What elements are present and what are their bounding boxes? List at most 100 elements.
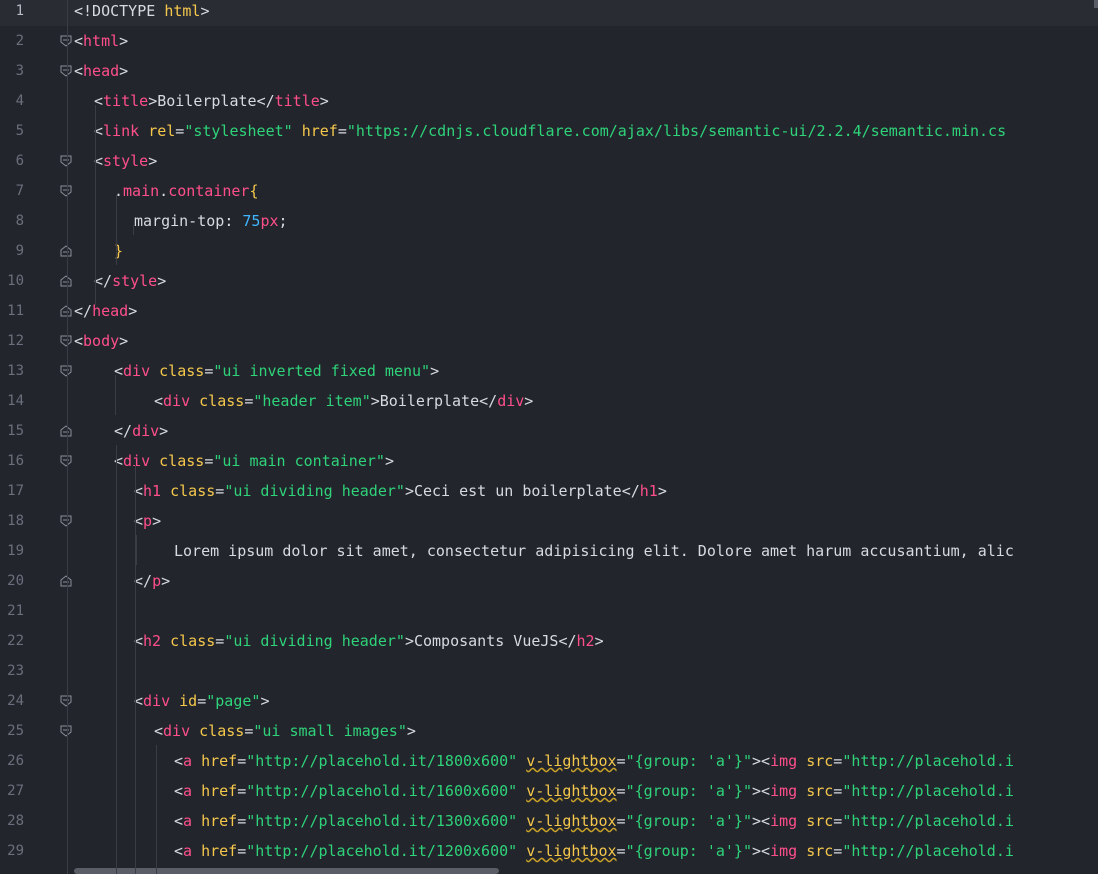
code-token: div <box>497 392 525 410</box>
fold-collapse-icon[interactable] <box>60 185 72 197</box>
code-line[interactable]: 16 <div class="ui main container"> <box>0 446 1098 476</box>
code-line[interactable]: 14 <div class="header item">Boilerplate</… <box>0 386 1098 416</box>
code-editor[interactable]: 29 <a href="http://placehold.it/1200x600"… <box>0 0 1098 874</box>
code-token: > <box>430 362 440 380</box>
line-number: 17 <box>7 483 24 499</box>
horizontal-scrollbar[interactable] <box>74 868 499 874</box>
code-token: src <box>806 812 834 830</box>
code-line[interactable]: 29 <a href="http://placehold.it/1200x600"… <box>0 836 1098 866</box>
code-token: > <box>404 632 414 650</box>
code-line[interactable]: 4 <title>Boilerplate</title> <box>0 86 1098 116</box>
fold-collapse-icon[interactable] <box>60 695 72 707</box>
code-token: href <box>201 752 238 770</box>
fold-collapse-icon[interactable] <box>60 515 72 527</box>
fold-collapse-icon[interactable] <box>60 155 72 167</box>
code-line[interactable]: 27 <a href="http://placehold.it/1600x600"… <box>0 776 1098 806</box>
fold-collapse-icon[interactable] <box>60 455 72 467</box>
code-token: > <box>119 332 129 350</box>
line-number: 11 <box>7 303 24 319</box>
code-line[interactable]: 12 <body> <box>0 326 1098 356</box>
fold-collapse-icon[interactable] <box>60 365 72 377</box>
fold-collapse-icon[interactable] <box>60 35 72 47</box>
code-line[interactable]: 20 </p> <box>0 566 1098 596</box>
code-token: img <box>770 842 798 860</box>
code-token: p <box>143 512 153 530</box>
code-text: <div class="ui main container"> <box>114 446 394 476</box>
code-token: div <box>163 722 191 740</box>
code-token: a <box>183 752 193 770</box>
code-token: class <box>170 482 216 500</box>
code-token: "page" <box>206 692 261 710</box>
code-line[interactable]: 28 <a href="http://placehold.it/1300x600"… <box>0 806 1098 836</box>
code-token: < <box>174 752 184 770</box>
code-token: = <box>616 842 626 860</box>
code-token: "ui main container" <box>213 452 385 470</box>
code-text: </div> <box>114 416 168 446</box>
code-line[interactable]: 18 <p> <box>0 506 1098 536</box>
code-token: > <box>384 452 394 470</box>
code-line[interactable]: 24 <div id="page"> <box>0 686 1098 716</box>
code-line[interactable]: 2 <html> <box>0 26 1098 56</box>
code-line[interactable]: 15 </div> <box>0 416 1098 446</box>
code-token: div <box>123 452 151 470</box>
indent-guide <box>95 105 96 305</box>
code-line[interactable]: 11 </head> <box>0 296 1098 326</box>
code-line[interactable]: 6 <style> <box>0 146 1098 176</box>
vertical-scrollbar[interactable] <box>1094 0 1098 8</box>
code-line[interactable]: 1 <!DOCTYPE html> <box>0 0 1098 26</box>
code-token: ; <box>278 212 288 230</box>
code-token: px <box>260 212 279 230</box>
code-token: class <box>159 452 205 470</box>
code-line[interactable]: 5 <link rel="stylesheet" href="https://cd… <box>0 116 1098 146</box>
code-text: <!DOCTYPE html> <box>74 0 209 26</box>
code-text: <h1 class="ui dividing header">Ceci est … <box>134 476 667 506</box>
code-token: div <box>163 392 191 410</box>
code-line[interactable]: 23 <box>0 656 1098 686</box>
code-line[interactable]: 10 </style> <box>0 266 1098 296</box>
line-number: 6 <box>15 153 24 169</box>
line-number: 29 <box>7 843 24 859</box>
code-token: </ <box>134 572 153 590</box>
line-number: 10 <box>7 273 24 289</box>
code-token: class <box>199 392 245 410</box>
code-line[interactable]: 9} <box>0 236 1098 266</box>
code-token: "http://placehold.i <box>842 812 1014 830</box>
code-line[interactable]: 3 <head> <box>0 56 1098 86</box>
code-token: div <box>143 692 171 710</box>
code-token: = <box>244 722 254 740</box>
code-text: <head> <box>74 56 128 86</box>
code-token: "http://placehold.it/1600x600" <box>246 782 518 800</box>
code-token: "http://placehold.i <box>842 782 1014 800</box>
fold-collapse-icon[interactable] <box>60 725 72 737</box>
code-token: head <box>92 302 129 320</box>
code-line[interactable]: 21 <box>0 596 1098 626</box>
code-token: "ui dividing header" <box>224 482 405 500</box>
code-line[interactable]: 25 <div class="ui small images"> <box>0 716 1098 746</box>
code-token: >< <box>752 752 771 770</box>
code-token: > <box>148 92 158 110</box>
code-token: = <box>215 632 225 650</box>
indent-guide <box>156 745 157 874</box>
code-line[interactable]: 22 <h2 class="ui dividing header">Composa… <box>0 626 1098 656</box>
line-number: 1 <box>15 3 24 19</box>
code-line[interactable]: 17 <h1 class="ui dividing header">Ceci es… <box>0 476 1098 506</box>
code-text: <div id="page"> <box>134 686 269 716</box>
line-number: 14 <box>7 393 24 409</box>
fold-collapse-icon[interactable] <box>60 335 72 347</box>
fold-collapse-icon[interactable] <box>60 65 72 77</box>
code-text: <a href="http://placehold.it/1600x600" v… <box>174 776 1014 806</box>
code-line[interactable]: 19 Lorem ipsum dolor sit amet, consectetu… <box>0 536 1098 566</box>
code-line[interactable]: 8 margin-top: 75px; <box>0 206 1098 236</box>
code-line[interactable]: 7 .main.container{ <box>0 176 1098 206</box>
code-token: href <box>201 842 238 860</box>
code-token: "http://placehold.i <box>842 842 1014 860</box>
code-line[interactable]: 26 <a href="http://placehold.it/1800x600"… <box>0 746 1098 776</box>
code-token: > <box>260 692 270 710</box>
code-line[interactable]: 13 <div class="ui inverted fixed menu"> <box>0 356 1098 386</box>
